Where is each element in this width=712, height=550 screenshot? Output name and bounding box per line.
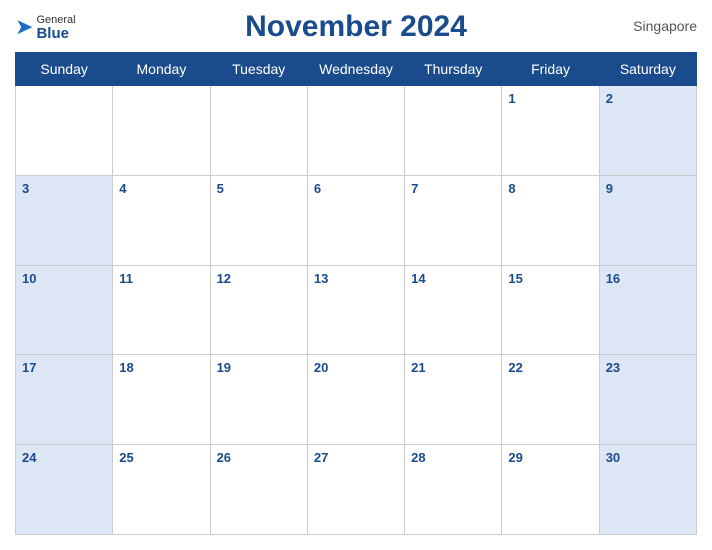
- date-15: 15: [508, 271, 522, 286]
- table-row: [307, 86, 404, 176]
- date-17: 17: [22, 360, 36, 375]
- logo-bird-icon: ➤: [15, 14, 33, 40]
- table-row: 8: [502, 175, 599, 265]
- calendar-header: ➤ General Blue November 2024 Singapore: [15, 10, 697, 44]
- header-friday: Friday: [502, 53, 599, 86]
- week-row-2: 3 4 5 6 7 8 9: [16, 175, 697, 265]
- table-row: 15: [502, 265, 599, 355]
- logo: ➤ General Blue: [15, 14, 76, 41]
- date-23: 23: [606, 360, 620, 375]
- table-row: 1: [502, 86, 599, 176]
- table-row: 24: [16, 445, 113, 535]
- table-row: 19: [210, 355, 307, 445]
- logo-general: General: [36, 14, 75, 26]
- date-18: 18: [119, 360, 133, 375]
- table-row: 17: [16, 355, 113, 445]
- table-row: 3: [16, 175, 113, 265]
- calendar-title: November 2024: [245, 10, 467, 44]
- table-row: 22: [502, 355, 599, 445]
- date-20: 20: [314, 360, 328, 375]
- date-14: 14: [411, 271, 425, 286]
- table-row: 11: [113, 265, 210, 355]
- calendar-table: Sunday Monday Tuesday Wednesday Thursday…: [15, 52, 697, 535]
- date-26: 26: [217, 450, 231, 465]
- table-row: 28: [405, 445, 502, 535]
- header-saturday: Saturday: [599, 53, 696, 86]
- table-row: [405, 86, 502, 176]
- date-16: 16: [606, 271, 620, 286]
- header-monday: Monday: [113, 53, 210, 86]
- table-row: 27: [307, 445, 404, 535]
- header-wednesday: Wednesday: [307, 53, 404, 86]
- date-9: 9: [606, 181, 613, 196]
- table-row: 2: [599, 86, 696, 176]
- table-row: [210, 86, 307, 176]
- date-28: 28: [411, 450, 425, 465]
- table-row: 13: [307, 265, 404, 355]
- table-row: 30: [599, 445, 696, 535]
- date-12: 12: [217, 271, 231, 286]
- country-label: Singapore: [633, 18, 697, 34]
- date-27: 27: [314, 450, 328, 465]
- week-row-3: 10 11 12 13 14 15 16: [16, 265, 697, 355]
- table-row: 9: [599, 175, 696, 265]
- table-row: 29: [502, 445, 599, 535]
- table-row: 5: [210, 175, 307, 265]
- week-row-5: 24 25 26 27 28 29 30: [16, 445, 697, 535]
- table-row: 7: [405, 175, 502, 265]
- date-29: 29: [508, 450, 522, 465]
- week-row-4: 17 18 19 20 21 22 23: [16, 355, 697, 445]
- table-row: 12: [210, 265, 307, 355]
- date-24: 24: [22, 450, 36, 465]
- table-row: 20: [307, 355, 404, 445]
- date-10: 10: [22, 271, 36, 286]
- table-row: 10: [16, 265, 113, 355]
- date-1: 1: [508, 91, 515, 106]
- date-2: 2: [606, 91, 613, 106]
- week-row-1: 12: [16, 86, 697, 176]
- date-6: 6: [314, 181, 321, 196]
- date-4: 4: [119, 181, 126, 196]
- date-21: 21: [411, 360, 425, 375]
- table-row: 14: [405, 265, 502, 355]
- day-headers: Sunday Monday Tuesday Wednesday Thursday…: [16, 53, 697, 86]
- logo-blue: Blue: [36, 26, 75, 41]
- table-row: 26: [210, 445, 307, 535]
- header-thursday: Thursday: [405, 53, 502, 86]
- table-row: [16, 86, 113, 176]
- date-8: 8: [508, 181, 515, 196]
- table-row: [113, 86, 210, 176]
- date-22: 22: [508, 360, 522, 375]
- date-25: 25: [119, 450, 133, 465]
- date-19: 19: [217, 360, 231, 375]
- table-row: 25: [113, 445, 210, 535]
- date-7: 7: [411, 181, 418, 196]
- date-5: 5: [217, 181, 224, 196]
- date-13: 13: [314, 271, 328, 286]
- table-row: 6: [307, 175, 404, 265]
- table-row: 21: [405, 355, 502, 445]
- header-tuesday: Tuesday: [210, 53, 307, 86]
- header-sunday: Sunday: [16, 53, 113, 86]
- table-row: 23: [599, 355, 696, 445]
- date-30: 30: [606, 450, 620, 465]
- date-11: 11: [119, 271, 133, 286]
- date-3: 3: [22, 181, 29, 196]
- table-row: 16: [599, 265, 696, 355]
- table-row: 18: [113, 355, 210, 445]
- table-row: 4: [113, 175, 210, 265]
